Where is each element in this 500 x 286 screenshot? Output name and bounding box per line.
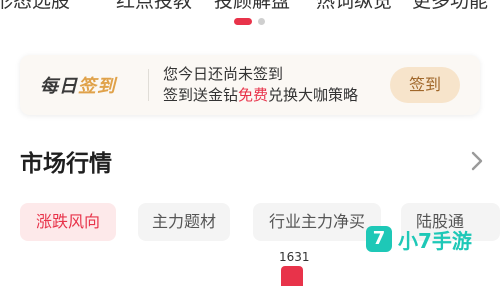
tab-rise-fall-trend[interactable]: 涨跌风向 — [20, 203, 116, 241]
checkin-button[interactable]: 签到 — [390, 67, 460, 103]
watermark-text: 小7手游 — [398, 229, 472, 253]
checkin-status-text: 您今日还尚未签到 — [163, 65, 284, 83]
watermark-glyph: 7 — [372, 228, 386, 249]
page-dot-active — [234, 18, 252, 25]
chevron-right-icon[interactable] — [466, 148, 488, 174]
reward-prefix: 签到送金钻 — [163, 86, 239, 104]
nav-item-hot-words[interactable]: 热词纵览 — [316, 0, 392, 13]
watermark-logo-icon: 7 — [366, 226, 392, 252]
nav-item-advisor-analysis[interactable]: 投顾解盘 — [214, 0, 290, 13]
section-title-market: 市场行情 — [20, 151, 112, 177]
logo-text-part1: 每日 — [40, 76, 78, 97]
nav-item-red-dot-edu[interactable]: 红点投教 — [116, 0, 192, 13]
tab-industry-net-buy[interactable]: 行业主力净买 — [253, 203, 381, 241]
checkin-reward-text: 签到送金钻免费兑换大咖策略 — [163, 85, 358, 106]
divider — [148, 69, 149, 101]
tab-main-force-themes[interactable]: 主力题材 — [138, 203, 230, 241]
nav-item-more[interactable]: 更多功能 — [412, 0, 488, 13]
checkin-message: 您今日还尚未签到 签到送金钻免费兑换大咖策略 — [163, 64, 358, 106]
page-dot — [258, 18, 265, 25]
nav-item-pattern-stock[interactable]: 形态选股 — [0, 0, 70, 13]
daily-checkin-logo: 每日签到 — [40, 72, 116, 98]
marker-value: 1631 — [279, 250, 310, 264]
reward-highlight: 免费 — [238, 86, 269, 104]
reward-suffix: 兑换大咖策略 — [268, 86, 359, 104]
top-nav: 形态选股 红点投教 投顾解盘 热词纵览 更多功能 — [0, 0, 500, 12]
marker-bar — [281, 266, 303, 286]
daily-checkin-card: 每日签到 您今日还尚未签到 签到送金钻免费兑换大咖策略 签到 — [20, 55, 480, 115]
logo-text-part2: 签到 — [78, 76, 116, 97]
